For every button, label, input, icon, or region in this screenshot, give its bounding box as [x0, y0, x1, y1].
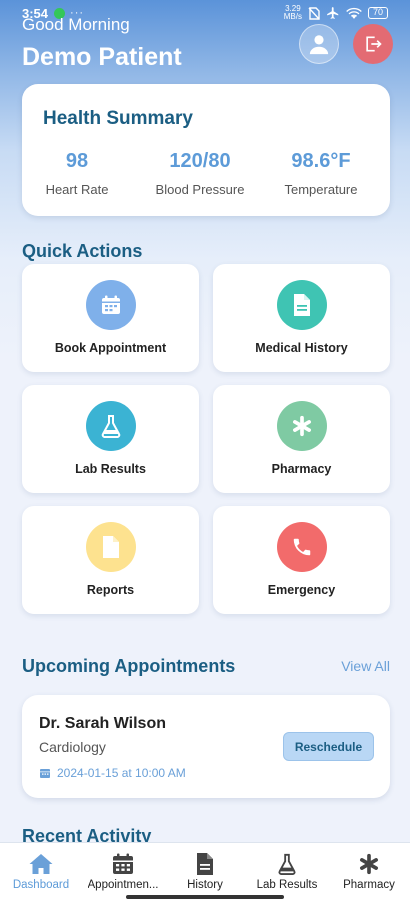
status-icons: 3.29 MB/s 70: [284, 5, 388, 21]
home-indicator: [126, 895, 284, 899]
calendar-icon: [111, 851, 135, 877]
logout-button[interactable]: [353, 24, 393, 64]
health-summary-title: Health Summary: [43, 108, 193, 129]
file-icon: [86, 522, 136, 572]
book-appointment-tile[interactable]: Book Appointment: [22, 264, 199, 372]
upcoming-appointments-title: Upcoming Appointments: [22, 656, 236, 676]
user-icon: [309, 35, 329, 55]
dashboard-screen: 3:54 ··· 3.29 MB/s 70 Good Morning Demo …: [0, 0, 410, 904]
appointment-datetime: 2024-01-15 at 10:00 AM: [39, 766, 186, 780]
network-speed: 3.29 MB/s: [283, 4, 302, 21]
greeting-text: Good Morning: [22, 15, 130, 34]
asterisk-icon: [358, 851, 380, 877]
reports-tile[interactable]: Reports: [22, 506, 199, 614]
emergency-tile[interactable]: Emergency: [213, 506, 390, 614]
document-icon: [195, 851, 215, 877]
blood-pressure-metric: 120/80 Blood Pressure: [145, 150, 255, 197]
doctor-specialty: Cardiology: [39, 739, 106, 755]
patient-name: Demo Patient: [22, 43, 182, 71]
appointment-card[interactable]: Dr. Sarah Wilson Cardiology 2024-01-15 a…: [22, 695, 390, 798]
nav-label: Dashboard: [12, 879, 70, 891]
view-all-link[interactable]: View All: [341, 658, 390, 674]
metric-value: 98: [65, 150, 89, 172]
tile-label: Book Appointment: [54, 341, 167, 355]
metric-label: Temperature: [284, 182, 358, 197]
nav-pharmacy[interactable]: Pharmacy: [328, 843, 410, 904]
medical-history-tile[interactable]: Medical History: [213, 264, 390, 372]
heart-rate-metric: 98 Heart Rate: [22, 150, 132, 197]
phone-icon: [277, 522, 327, 572]
document-icon: [277, 280, 327, 330]
logout-icon: [366, 36, 382, 52]
wifi-icon: [346, 7, 362, 19]
nav-label: Lab Results: [256, 879, 318, 891]
temperature-metric: 98.6°F Temperature: [266, 150, 376, 197]
pharmacy-tile[interactable]: Pharmacy: [213, 385, 390, 493]
flask-icon: [86, 401, 136, 451]
airplane-mode-icon: [327, 7, 339, 19]
doctor-name: Dr. Sarah Wilson: [39, 715, 166, 732]
metric-label: Heart Rate: [45, 182, 109, 197]
nav-label: History: [187, 879, 223, 891]
tile-label: Pharmacy: [271, 462, 332, 476]
calendar-icon: [86, 280, 136, 330]
tile-label: Lab Results: [75, 462, 146, 476]
metric-value: 120/80: [169, 150, 231, 172]
tile-label: Emergency: [267, 583, 336, 597]
flask-icon: [276, 851, 298, 877]
reschedule-button[interactable]: Reschedule: [283, 732, 374, 761]
no-sim-icon: [308, 6, 320, 20]
battery-icon: 70: [367, 7, 388, 19]
calendar-icon: [40, 769, 50, 778]
appointment-date-text: 2024-01-15 at 10:00 AM: [57, 766, 186, 780]
nav-dashboard[interactable]: Dashboard: [0, 843, 82, 904]
metric-value: 98.6°F: [291, 150, 351, 172]
profile-button[interactable]: [299, 24, 339, 64]
nav-label: Appointmen...: [87, 879, 159, 891]
tile-label: Medical History: [255, 341, 348, 355]
metric-label: Blood Pressure: [155, 182, 245, 197]
asterisk-icon: [277, 401, 327, 451]
lab-results-tile[interactable]: Lab Results: [22, 385, 199, 493]
home-icon: [28, 851, 54, 877]
quick-actions-title: Quick Actions: [22, 241, 143, 261]
tile-label: Reports: [86, 583, 135, 597]
health-summary-card: Health Summary 98 Heart Rate 120/80 Bloo…: [22, 84, 390, 216]
nav-label: Pharmacy: [343, 879, 395, 891]
